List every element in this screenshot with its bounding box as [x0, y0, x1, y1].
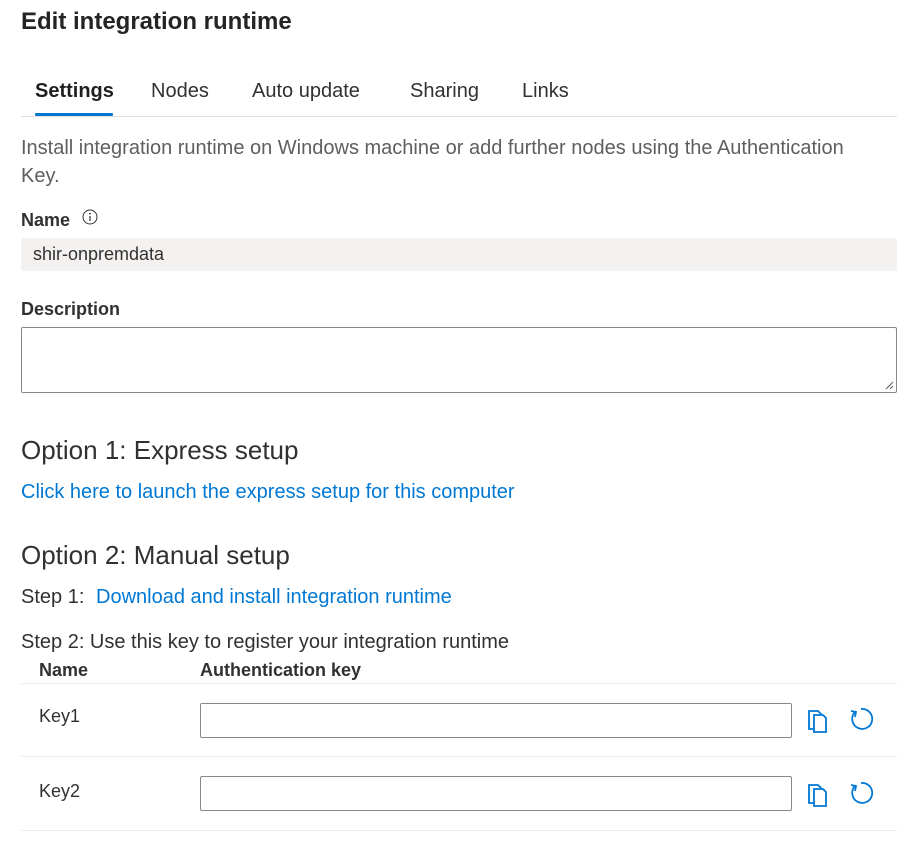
- copy-icon[interactable]: [804, 779, 832, 807]
- option2-title: Option 2: Manual setup: [21, 540, 290, 570]
- download-runtime-link[interactable]: Download and install integration runtime: [96, 586, 452, 609]
- key2-name: Key2: [39, 781, 81, 801]
- table-divider: [21, 830, 897, 831]
- key1-name: Key1: [39, 706, 81, 726]
- intro-text: Install integration runtime on Windows m…: [21, 137, 844, 187]
- express-setup-link[interactable]: Click here to launch the express setup f…: [21, 481, 515, 504]
- description-label: Description: [21, 299, 121, 319]
- refresh-icon[interactable]: [847, 705, 875, 733]
- description-field[interactable]: [21, 327, 897, 393]
- refresh-icon[interactable]: [847, 779, 875, 807]
- active-tab-indicator: [35, 113, 113, 116]
- name-label: Name: [21, 210, 71, 230]
- keys-column-auth-key: Authentication key: [200, 660, 362, 680]
- table-divider: [21, 756, 897, 757]
- tab-links[interactable]: Links: [522, 80, 569, 103]
- info-icon[interactable]: [82, 209, 98, 225]
- resize-grip-icon[interactable]: [884, 380, 894, 390]
- table-divider: [21, 683, 897, 684]
- step1-label: Step 1:: [21, 586, 85, 608]
- tab-bar: Settings Nodes Auto update Sharing Links: [21, 72, 897, 117]
- key1-input[interactable]: [200, 703, 792, 738]
- copy-icon[interactable]: [804, 705, 832, 733]
- panel-title: Edit integration runtime: [21, 8, 292, 35]
- option1-title: Option 1: Express setup: [21, 435, 299, 465]
- tab-settings[interactable]: Settings: [35, 80, 114, 103]
- tab-auto-update[interactable]: Auto update: [252, 80, 360, 103]
- name-field[interactable]: shir-onpremdata: [21, 238, 897, 271]
- key2-input[interactable]: [200, 776, 792, 811]
- name-field-value: shir-onpremdata: [33, 244, 165, 264]
- tab-sharing[interactable]: Sharing: [410, 80, 479, 103]
- step2-text: Step 2: Use this key to register your in…: [21, 631, 510, 653]
- tab-nodes[interactable]: Nodes: [151, 80, 209, 103]
- keys-column-name: Name: [39, 660, 89, 680]
